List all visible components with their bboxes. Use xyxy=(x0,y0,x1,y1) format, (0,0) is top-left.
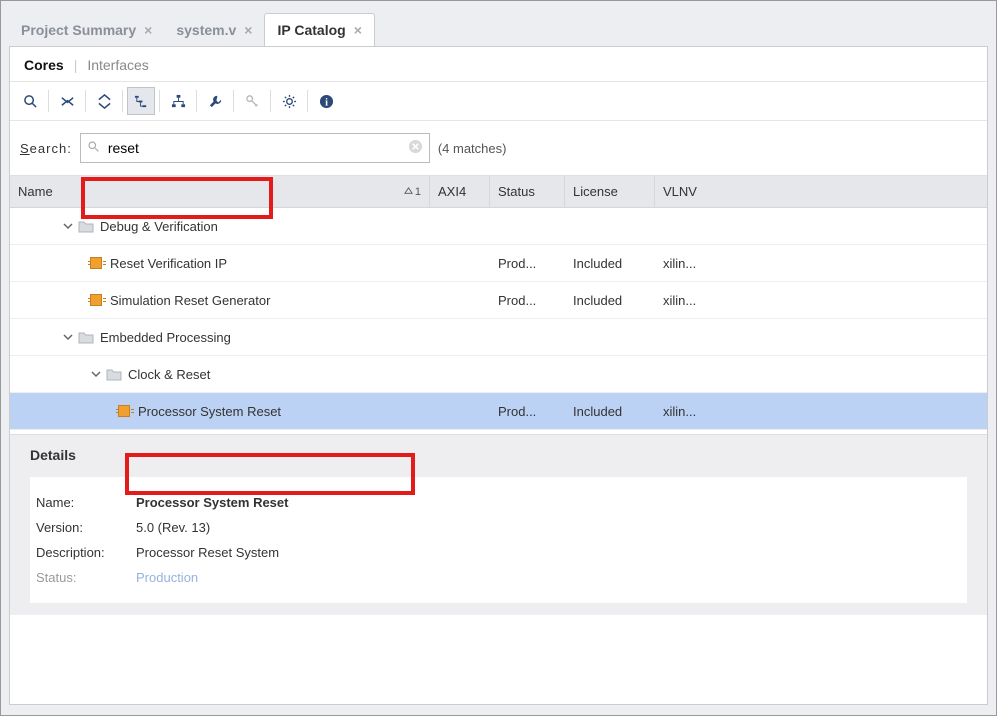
cell-vlnv: xilin... xyxy=(655,285,725,316)
svg-text:i: i xyxy=(325,97,328,108)
category-label: Embedded Processing xyxy=(100,330,231,345)
toolbar: i xyxy=(10,81,987,121)
hierarchy-icon[interactable] xyxy=(127,87,155,115)
clear-icon[interactable] xyxy=(408,139,423,158)
ip-core-icon xyxy=(90,294,102,306)
matches-count: (4 matches) xyxy=(438,141,507,156)
ip-core-icon xyxy=(118,405,130,417)
cell-status xyxy=(490,218,565,234)
cell-axi4 xyxy=(430,403,490,419)
ip-table: Name 1 AXI4 Status License VLNV Debug & … xyxy=(10,175,987,430)
tab-ip-catalog[interactable]: IP Catalog × xyxy=(264,13,374,46)
category-label: Clock & Reset xyxy=(128,367,210,382)
cell-status: Prod... xyxy=(490,285,565,316)
column-status[interactable]: Status xyxy=(490,176,565,207)
search-row: Search: (4 matches) xyxy=(10,121,987,175)
tab-label: Project Summary xyxy=(21,22,136,38)
subtab-interfaces[interactable]: Interfaces xyxy=(87,57,148,73)
folder-icon xyxy=(78,330,94,344)
cell-status xyxy=(490,329,565,345)
ip-catalog-panel: Cores | Interfaces xyxy=(9,46,988,705)
cell-status: Prod... xyxy=(490,248,565,279)
category-row[interactable]: Debug & Verification xyxy=(10,208,987,245)
search-label: Search: xyxy=(20,141,72,156)
table-body: Debug & Verification Reset Verification I… xyxy=(10,208,987,430)
chevron-down-icon[interactable] xyxy=(90,368,102,380)
cell-status xyxy=(490,366,565,382)
search-icon[interactable] xyxy=(16,87,44,115)
subtab-cores[interactable]: Cores xyxy=(24,57,64,73)
ip-row[interactable]: Simulation Reset Generator Prod...Include… xyxy=(10,282,987,319)
chevron-down-icon[interactable] xyxy=(62,331,74,343)
search-box[interactable] xyxy=(80,133,430,163)
close-icon[interactable]: × xyxy=(354,23,362,37)
wrench-icon[interactable] xyxy=(201,87,229,115)
separator: | xyxy=(74,57,78,73)
table-header: Name 1 AXI4 Status License VLNV xyxy=(10,176,987,208)
cell-license: Included xyxy=(565,396,655,427)
details-version-value: 5.0 (Rev. 13) xyxy=(136,520,210,535)
collapse-all-icon[interactable] xyxy=(53,87,81,115)
cell-vlnv xyxy=(655,366,725,382)
details-name-label: Name: xyxy=(36,495,136,510)
cell-license xyxy=(565,329,655,345)
details-status-value[interactable]: Production xyxy=(136,570,198,585)
cell-license: Included xyxy=(565,248,655,279)
details-status-label: Status: xyxy=(36,570,136,585)
close-icon[interactable]: × xyxy=(144,23,152,37)
details-desc-value: Processor Reset System xyxy=(136,545,279,560)
ip-row[interactable]: Reset Verification IP Prod...Includedxili… xyxy=(10,245,987,282)
folder-icon xyxy=(78,219,94,233)
cell-vlnv: xilin... xyxy=(655,396,725,427)
gear-icon[interactable] xyxy=(275,87,303,115)
cell-axi4 xyxy=(430,218,490,234)
details-name-value: Processor System Reset xyxy=(136,495,288,510)
cell-axi4 xyxy=(430,366,490,382)
details-desc-label: Description: xyxy=(36,545,136,560)
ip-core-icon xyxy=(90,257,102,269)
cell-license xyxy=(565,218,655,234)
sort-indicator: 1 xyxy=(404,186,421,198)
category-row[interactable]: Embedded Processing xyxy=(10,319,987,356)
cell-axi4 xyxy=(430,292,490,308)
tab-label: IP Catalog xyxy=(277,22,345,38)
cell-vlnv: xilin... xyxy=(655,248,725,279)
search-input[interactable] xyxy=(106,139,402,157)
ip-row[interactable]: Processor System Reset Prod...Includedxil… xyxy=(10,393,987,430)
cell-vlnv xyxy=(655,329,725,345)
column-vlnv[interactable]: VLNV xyxy=(655,176,725,207)
tab-bar: Project Summary × system.v × IP Catalog … xyxy=(1,1,996,46)
details-panel: Details Name: Processor System Reset Ver… xyxy=(10,434,987,615)
cell-license xyxy=(565,366,655,382)
close-icon[interactable]: × xyxy=(244,23,252,37)
cell-axi4 xyxy=(430,329,490,345)
key-icon xyxy=(238,87,266,115)
tab-system-v[interactable]: system.v × xyxy=(164,14,264,46)
subtab-bar: Cores | Interfaces xyxy=(10,47,987,81)
cell-axi4 xyxy=(430,255,490,271)
search-icon xyxy=(87,140,100,156)
ip-label: Processor System Reset xyxy=(138,404,281,419)
tree-icon[interactable] xyxy=(164,87,192,115)
category-row[interactable]: Clock & Reset xyxy=(10,356,987,393)
ip-label: Reset Verification IP xyxy=(110,256,227,271)
cell-license: Included xyxy=(565,285,655,316)
column-license[interactable]: License xyxy=(565,176,655,207)
ip-label: Simulation Reset Generator xyxy=(110,293,270,308)
folder-icon xyxy=(106,367,122,381)
cell-status: Prod... xyxy=(490,396,565,427)
tab-project-summary[interactable]: Project Summary × xyxy=(9,14,164,46)
category-label: Debug & Verification xyxy=(100,219,218,234)
tab-label: system.v xyxy=(176,22,236,38)
cell-vlnv xyxy=(655,218,725,234)
chevron-down-icon[interactable] xyxy=(62,220,74,232)
expand-all-icon[interactable] xyxy=(90,87,118,115)
details-header: Details xyxy=(30,447,967,463)
column-name[interactable]: Name 1 xyxy=(10,176,430,207)
info-icon[interactable]: i xyxy=(312,87,340,115)
column-axi4[interactable]: AXI4 xyxy=(430,176,490,207)
details-version-label: Version: xyxy=(36,520,136,535)
